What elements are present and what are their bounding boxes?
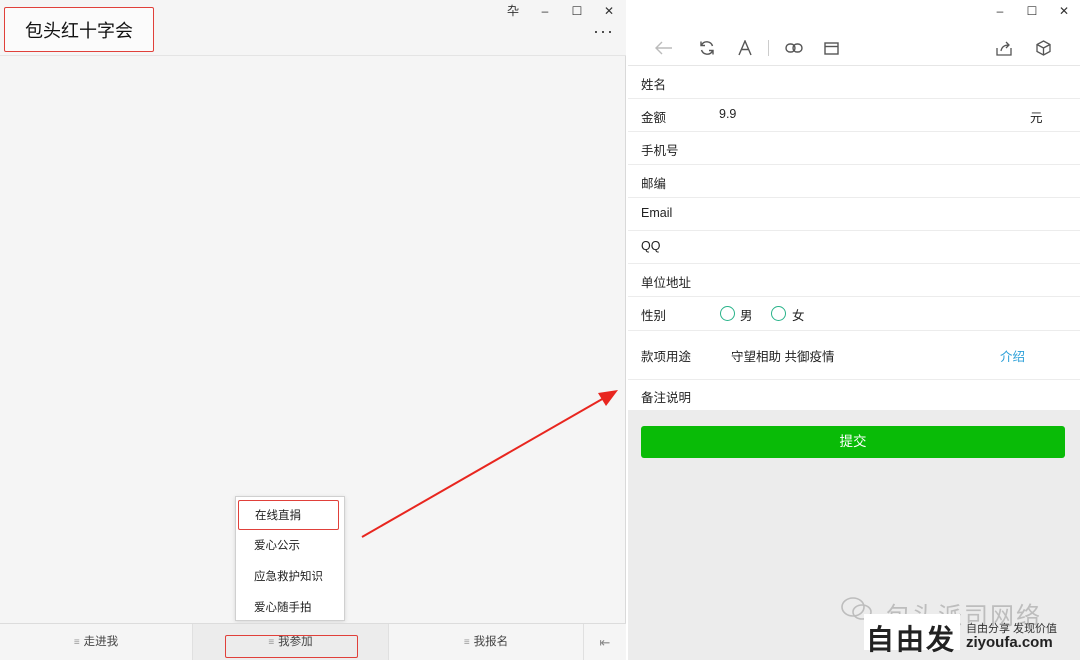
browser-toolbar xyxy=(628,30,1080,66)
phone-label: 手机号 xyxy=(641,144,679,158)
nav-item-about[interactable]: ≡ 走进我 xyxy=(0,624,193,660)
menu-icon: ≡ xyxy=(463,637,470,648)
form-row-remark[interactable]: 备注说明 xyxy=(628,380,1080,410)
name-label: 姓名 xyxy=(641,78,667,92)
menu-item-charity-photo[interactable]: 爱心随手拍 xyxy=(236,593,344,623)
purpose-value: 守望相助 共御疫情 xyxy=(731,350,835,364)
nav-item-signup[interactable]: ≡ 我报名 xyxy=(389,624,584,660)
submit-button[interactable]: 提交 xyxy=(641,426,1065,458)
bottom-nav: ≡ 走进我 ≡ 我参加 ≡ 我报名 ⇤ xyxy=(0,623,626,660)
menu-item-charity-notice[interactable]: 爱心公示 xyxy=(236,531,344,561)
nav-highlight-box xyxy=(225,635,358,658)
back-arrow-icon[interactable] xyxy=(654,38,674,58)
popup-menu: 在线直捐 爱心公示 应急救护知识 爱心随手拍 xyxy=(235,496,345,621)
amount-field[interactable]: 9.9 xyxy=(719,107,736,121)
page-title: 包头红十字会 xyxy=(4,7,154,52)
amount-label: 金额 xyxy=(641,111,667,125)
menu-item-first-aid[interactable]: 应急救护知识 xyxy=(236,562,344,592)
watermark: 包头派司网络 自由发 自由分享 发现价值 ziyoufa.com xyxy=(836,588,1080,660)
close-icon[interactable]: ✕ xyxy=(1048,2,1080,20)
watermark-logo: 自由发 xyxy=(866,624,957,655)
form-row-postcode[interactable]: 邮编 xyxy=(628,165,1080,198)
form-row-gender: 性别 男 女 xyxy=(628,297,1080,331)
gender-male-label: 男 xyxy=(740,309,753,323)
cube-icon[interactable] xyxy=(1033,38,1053,58)
share-icon[interactable] xyxy=(994,38,1014,58)
form-row-name[interactable]: 姓名 xyxy=(628,66,1080,99)
keyboard-toggle-icon[interactable]: ⇤ xyxy=(584,624,626,660)
more-options-button[interactable]: ··· xyxy=(593,22,614,40)
link-icon[interactable] xyxy=(784,38,804,58)
postcode-label: 邮编 xyxy=(641,177,667,191)
nav-label: 我报名 xyxy=(473,636,509,648)
radio-female[interactable] xyxy=(771,306,786,321)
left-window-controls: 卆 – ☐ ✕ xyxy=(497,2,625,20)
refresh-icon[interactable] xyxy=(697,38,717,58)
form-row-qq[interactable]: QQ xyxy=(628,231,1080,264)
form-row-amount[interactable]: 金额 9.9 元 xyxy=(628,99,1080,132)
donation-form: 姓名 金额 9.9 元 手机号 邮编 Email QQ 单位地址 性别 男 女 xyxy=(628,66,1080,410)
nav-label: 走进我 xyxy=(83,636,119,648)
maximize-icon[interactable]: ☐ xyxy=(561,2,593,20)
maximize-icon[interactable]: ☐ xyxy=(1016,2,1048,20)
right-window: – ☐ ✕ 姓名 金额 9.9 元 手机号 邮编 Email QQ 单位地址 性… xyxy=(628,0,1080,660)
window-icon[interactable] xyxy=(821,38,841,58)
right-window-controls: – ☐ ✕ xyxy=(984,2,1080,20)
menu-item-online-donate[interactable]: 在线直捐 xyxy=(238,500,339,530)
pin-icon[interactable]: 卆 xyxy=(497,2,529,20)
watermark-domain: ziyoufa.com xyxy=(966,634,1053,651)
remark-label: 备注说明 xyxy=(641,391,692,405)
minimize-icon[interactable]: – xyxy=(529,2,561,20)
left-window: 包头红十字会 ··· 卆 – ☐ ✕ 在线直捐 爱心公示 应急救护知识 爱心随手… xyxy=(0,0,626,660)
minimize-icon[interactable]: – xyxy=(984,2,1016,20)
radio-male[interactable] xyxy=(720,306,735,321)
form-row-phone[interactable]: 手机号 xyxy=(628,132,1080,165)
form-row-email[interactable]: Email xyxy=(628,198,1080,231)
qq-label: QQ xyxy=(641,239,661,253)
close-icon[interactable]: ✕ xyxy=(593,2,625,20)
email-label: Email xyxy=(641,206,673,220)
gender-female-label: 女 xyxy=(792,309,805,323)
purpose-label: 款项用途 xyxy=(641,350,692,364)
intro-link[interactable]: 介绍 xyxy=(1000,346,1025,365)
address-label: 单位地址 xyxy=(641,276,692,290)
form-row-address[interactable]: 单位地址 xyxy=(628,264,1080,297)
font-icon[interactable] xyxy=(735,38,755,58)
gender-label: 性别 xyxy=(641,309,667,323)
menu-icon: ≡ xyxy=(73,637,80,648)
form-row-purpose[interactable]: 款项用途 守望相助 共御疫情 介绍 xyxy=(628,331,1080,380)
toolbar-divider xyxy=(768,40,769,56)
amount-unit: 元 xyxy=(1030,111,1043,125)
